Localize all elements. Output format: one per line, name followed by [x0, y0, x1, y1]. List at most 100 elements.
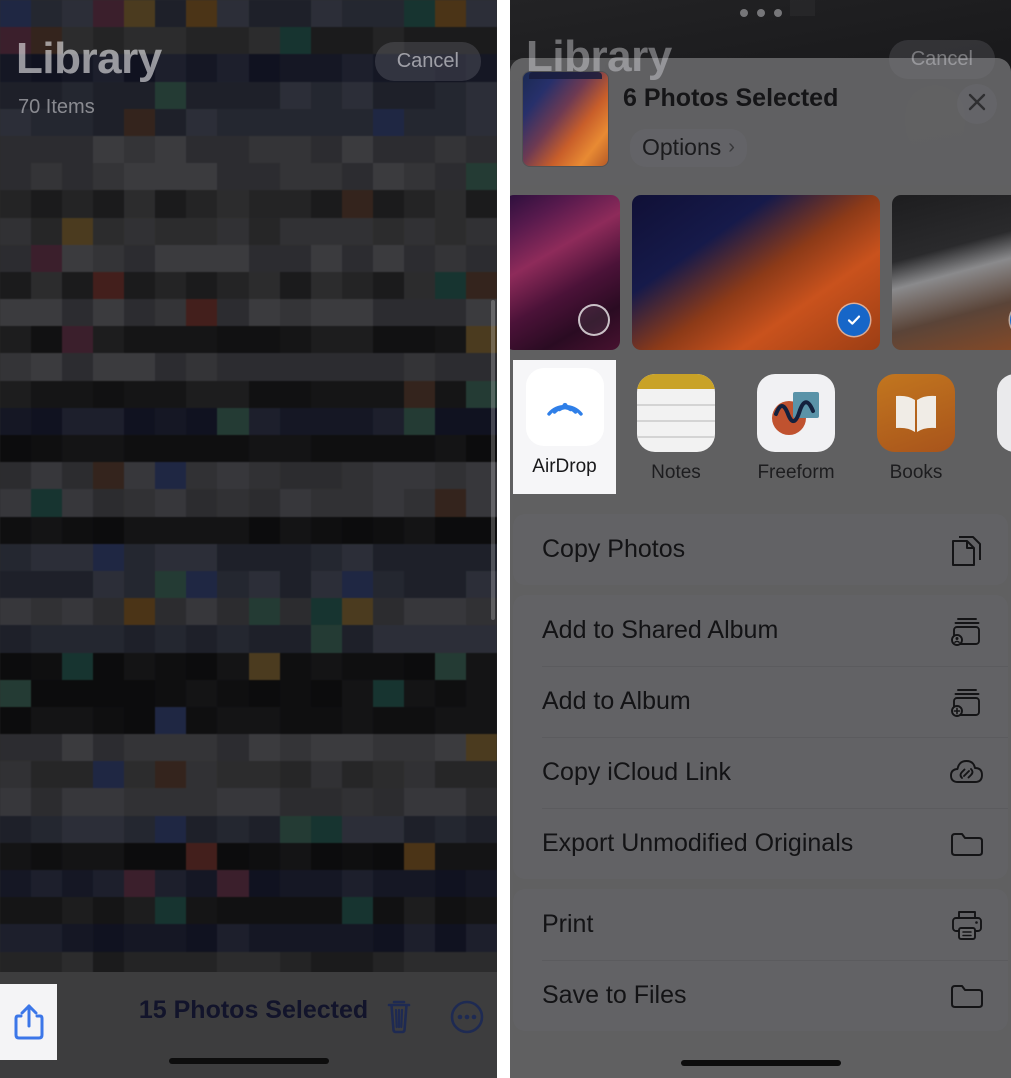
photo-cell[interactable] [0, 734, 32, 762]
photo-cell[interactable] [434, 190, 466, 218]
photo-cell[interactable] [124, 570, 156, 599]
photo-cell[interactable] [279, 326, 311, 354]
photo-cell[interactable] [124, 897, 156, 925]
photo-cell[interactable] [403, 652, 435, 680]
photo-cell[interactable] [434, 489, 466, 517]
photo-cell[interactable] [310, 271, 342, 300]
photo-cell[interactable] [465, 924, 497, 952]
photo-cell[interactable] [31, 652, 63, 680]
photo-cell[interactable] [155, 353, 187, 381]
photo-cell[interactable] [93, 271, 125, 300]
photo-cell[interactable] [155, 380, 187, 408]
photo-cell[interactable] [279, 435, 311, 463]
photo-cell[interactable] [155, 598, 187, 626]
options-button[interactable]: Options › [630, 129, 747, 167]
photo-cell[interactable] [31, 842, 63, 870]
photo-cell[interactable] [31, 761, 63, 789]
photo-cell[interactable] [124, 299, 156, 327]
photo-cell[interactable] [0, 163, 32, 191]
photo-cell[interactable] [31, 462, 63, 490]
photo-cell[interactable] [310, 462, 342, 490]
photo-cell[interactable] [403, 598, 435, 626]
photo-cell[interactable] [465, 135, 497, 164]
cancel-button[interactable]: Cancel [374, 42, 481, 81]
photo-cell[interactable] [31, 815, 63, 843]
photo-cell[interactable] [62, 870, 94, 898]
photo-cell[interactable] [217, 489, 249, 517]
photo-cell[interactable] [279, 924, 311, 952]
photo-cell[interactable] [310, 54, 342, 82]
photo-cell[interactable] [0, 652, 32, 680]
photo-cell[interactable] [155, 625, 187, 653]
photo-cell[interactable] [372, 788, 404, 816]
photo-cell[interactable] [186, 299, 218, 327]
photo-cell[interactable] [248, 27, 280, 55]
photo-cell[interactable] [0, 435, 32, 463]
photo-cell[interactable] [186, 598, 218, 626]
photo-cell[interactable] [310, 734, 342, 762]
photo-cell[interactable] [0, 842, 32, 870]
photo-cell[interactable] [403, 462, 435, 490]
photo-cell[interactable] [279, 108, 311, 136]
photo-cell[interactable] [465, 788, 497, 816]
photo-cell[interactable] [372, 407, 404, 435]
photo-cell[interactable] [310, 870, 342, 898]
photo-cell[interactable] [310, 435, 342, 463]
photo-cell[interactable] [248, 54, 280, 82]
photo-cell[interactable] [124, 435, 156, 463]
photo-cell[interactable] [186, 353, 218, 381]
photo-cell[interactable] [93, 761, 125, 789]
photo-cell[interactable] [341, 897, 373, 925]
photo-cell[interactable] [310, 81, 342, 109]
photo-cell[interactable] [465, 679, 497, 707]
photo-cell[interactable] [155, 81, 187, 109]
background-cancel-button[interactable]: Cancel [888, 40, 995, 79]
photo-cell[interactable] [124, 815, 156, 843]
photo-cell[interactable] [341, 54, 373, 82]
photo-cell[interactable] [155, 244, 187, 272]
photo-cell[interactable] [341, 788, 373, 816]
photo-cell[interactable] [310, 326, 342, 354]
photo-cell[interactable] [217, 27, 249, 55]
photo-cell[interactable] [403, 0, 435, 28]
photo-cell[interactable] [248, 244, 280, 272]
photo-cell[interactable] [186, 135, 218, 164]
photo-cell[interactable] [217, 625, 249, 653]
photo-cell[interactable] [62, 598, 94, 626]
photo-cell[interactable] [248, 543, 280, 571]
photo-cell[interactable] [31, 570, 63, 599]
photo-cell[interactable] [155, 870, 187, 898]
photo-cell[interactable] [403, 706, 435, 735]
photo-cell[interactable] [155, 299, 187, 327]
photo-cell[interactable] [279, 679, 311, 707]
photo-cell[interactable] [341, 271, 373, 300]
photo-cell[interactable] [93, 897, 125, 925]
selected-photos-row[interactable] [510, 185, 1011, 360]
photo-cell[interactable] [186, 163, 218, 191]
photo-cell[interactable] [217, 0, 249, 28]
photo-cell[interactable] [248, 299, 280, 327]
photo-cell[interactable] [217, 924, 249, 952]
photo-cell[interactable] [62, 516, 94, 544]
photo-cell[interactable] [279, 135, 311, 164]
photo-cell[interactable] [341, 135, 373, 164]
photo-library-grid[interactable] [0, 0, 497, 979]
photo-cell[interactable] [403, 679, 435, 707]
photo-cell[interactable] [465, 625, 497, 653]
photo-cell[interactable] [434, 897, 466, 925]
photo-cell[interactable] [31, 326, 63, 354]
photo-cell[interactable] [248, 734, 280, 762]
photo-cell[interactable] [31, 679, 63, 707]
photo-cell[interactable] [341, 679, 373, 707]
photo-cell[interactable] [434, 217, 466, 245]
photo-cell[interactable] [124, 489, 156, 517]
photo-cell[interactable] [62, 190, 94, 218]
photo-cell[interactable] [62, 244, 94, 272]
photo-cell[interactable] [93, 380, 125, 408]
photo-cell[interactable] [31, 190, 63, 218]
photo-cell[interactable] [403, 380, 435, 408]
photo-cell[interactable] [93, 462, 125, 490]
photo-cell[interactable] [434, 625, 466, 653]
photo-cell[interactable] [155, 897, 187, 925]
photo-cell[interactable] [31, 299, 63, 327]
